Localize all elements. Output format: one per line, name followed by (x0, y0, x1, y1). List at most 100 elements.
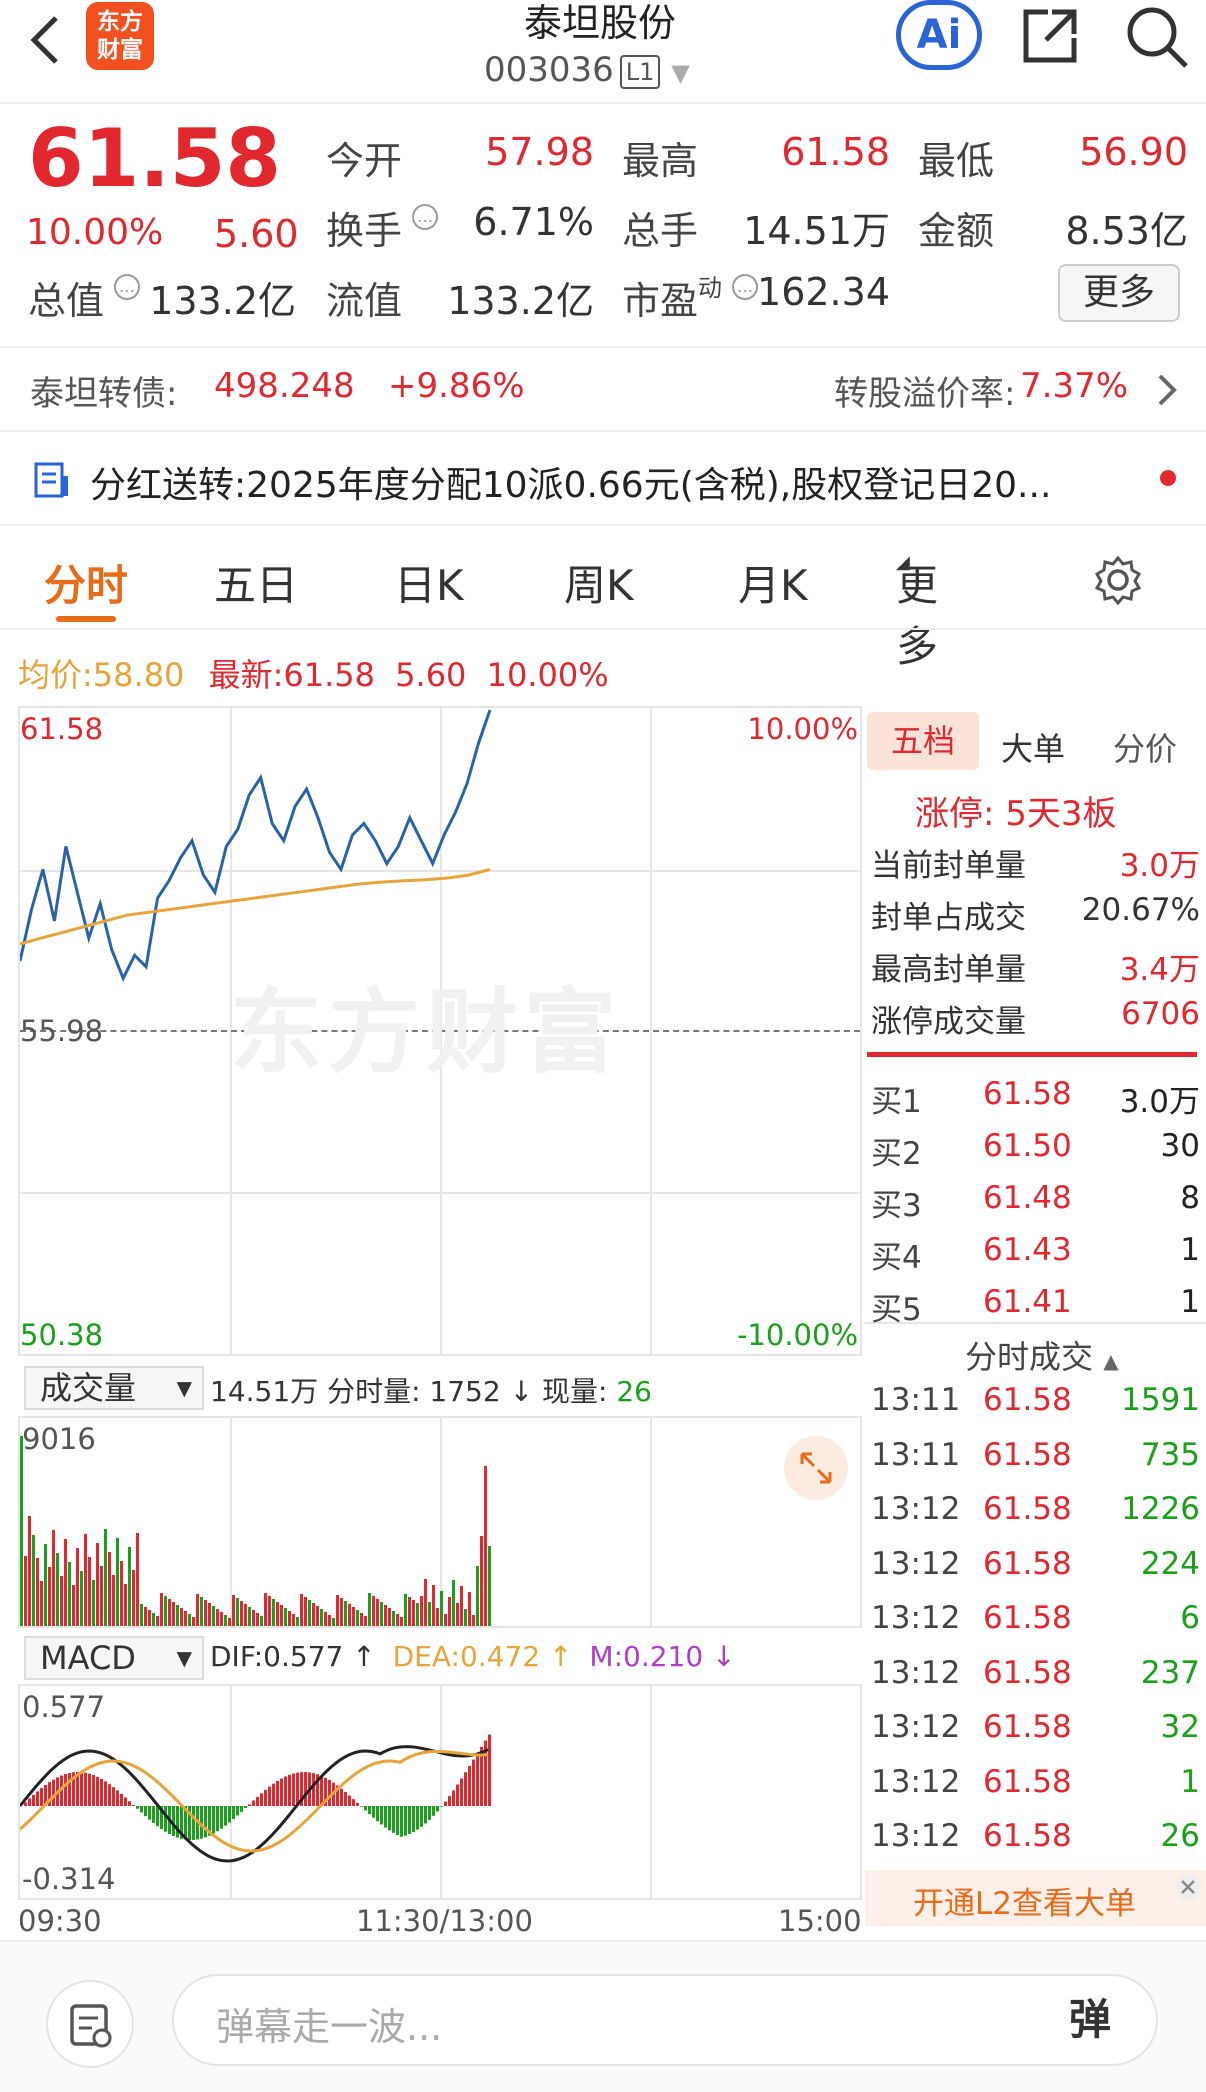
macd-bar (36, 1791, 39, 1806)
volume-bar (388, 1608, 391, 1626)
change-amount: 5.60 (214, 212, 299, 256)
macd-bar (304, 1772, 307, 1806)
expand-icon[interactable] (784, 1436, 848, 1500)
stock-code[interactable]: 003036 L1 ▼ (484, 50, 690, 90)
macd-bar (236, 1806, 239, 1816)
volume-bar (124, 1584, 127, 1626)
volume-bar (304, 1597, 307, 1626)
info-icon[interactable]: … (410, 202, 440, 232)
tab-five-levels[interactable]: 五档 (867, 712, 979, 770)
tab-big-orders[interactable]: 大单 (1001, 724, 1065, 770)
volume-bar (480, 1536, 483, 1626)
volume-bar (208, 1603, 211, 1626)
macd-bar (432, 1806, 435, 1816)
macd-bar (420, 1806, 423, 1827)
trade-time: 13:12 (871, 1709, 961, 1745)
barrage-input[interactable]: 弹幕走一波... 弹 (172, 1974, 1158, 2066)
open-label: 今开 (326, 139, 403, 183)
l2-banner[interactable]: 开通L2查看大单 (865, 1870, 1206, 1926)
macd-bar (292, 1773, 295, 1806)
volume-bar (240, 1601, 243, 1626)
trade-time: 13:12 (871, 1491, 961, 1527)
gear-icon[interactable] (1092, 554, 1144, 606)
volume-bar (440, 1591, 443, 1626)
macd-bar (312, 1773, 315, 1806)
price-line (20, 709, 492, 982)
macd-bar (468, 1765, 471, 1806)
volume-bar (400, 1617, 403, 1626)
macd-header: MACD ▼ DIF:0.577 ↑ DEA:0.472 ↑ M:0.210 ↓ (18, 1632, 862, 1682)
close-icon[interactable] (1173, 1872, 1203, 1902)
trade-quantity: 32 (1160, 1709, 1200, 1745)
amount-label: 金额 (918, 209, 995, 253)
macd-chart[interactable]: 0.577 -0.314 (18, 1684, 862, 1900)
volume-bar (332, 1618, 335, 1626)
limit-up-label: 涨停: 5天3板 (915, 794, 1117, 834)
volume-bar (224, 1615, 227, 1626)
bid-level-label: 买3 (871, 1188, 922, 1224)
barrage-toggle-button[interactable]: 弹 (1048, 1978, 1132, 2062)
tab-weekly-k[interactable]: 周K (564, 552, 634, 613)
intraday-chart[interactable]: 东方财富 61.58 55.98 50.38 10.00% -10.00% (18, 706, 862, 1356)
macd-bar (212, 1806, 215, 1834)
macd-bar (452, 1790, 455, 1806)
bid-quantity: 1 (1180, 1232, 1200, 1268)
dividend-text: 分红送转:2025年度分配10派0.66元(含税),股权登记日20... (90, 465, 1052, 506)
chevron-left-icon[interactable] (26, 14, 62, 66)
macd-bar (96, 1776, 99, 1806)
macd-bar (320, 1775, 323, 1806)
volume-selector[interactable]: 成交量 ▼ (24, 1366, 204, 1410)
macd-bar (116, 1790, 119, 1806)
stock-name: 泰坦股份 (523, 1, 676, 45)
volume-bar (144, 1607, 147, 1626)
volume-bar (236, 1598, 239, 1626)
volume-bar (460, 1586, 463, 1626)
macd-bar (340, 1788, 343, 1806)
macd-bar (392, 1806, 395, 1833)
premium-value: 7.37% (1020, 366, 1129, 406)
volume-bar (472, 1615, 475, 1626)
menu-icon[interactable] (46, 1980, 134, 2068)
volume-bar (120, 1561, 123, 1626)
volume-bar (328, 1615, 331, 1626)
volume-bar (128, 1547, 131, 1626)
tab-intraday[interactable]: 分时 (44, 552, 128, 613)
volume-bar (316, 1606, 319, 1626)
tab-monthly-k[interactable]: 月K (738, 552, 808, 613)
trades-title[interactable]: 分时成交 ▲ (965, 1332, 1119, 1378)
divider (0, 430, 1206, 432)
x-label-open: 09:30 (18, 1904, 102, 1938)
volume-bar (160, 1593, 163, 1626)
macd-bar (460, 1778, 463, 1806)
volume-bar (404, 1594, 407, 1626)
volume-bar (272, 1599, 275, 1626)
tab-five-day[interactable]: 五日 (214, 552, 298, 613)
low-label: 最低 (918, 139, 995, 183)
macd-bar (436, 1806, 439, 1812)
macd-bar (488, 1734, 491, 1806)
limit-info-label: 封单占成交 (871, 900, 1026, 936)
volume-bar (252, 1610, 255, 1626)
tab-daily-k[interactable]: 日K (394, 552, 464, 613)
trade-price: 61.58 (983, 1654, 1072, 1691)
ai-button[interactable]: Ai (896, 0, 982, 70)
macd-bar (248, 1804, 251, 1806)
info-icon[interactable]: … (112, 272, 142, 302)
macd-max-label: 0.577 (22, 1690, 106, 1724)
macd-bar (384, 1806, 387, 1828)
macd-selector[interactable]: MACD ▼ (24, 1636, 204, 1680)
volume-bar (196, 1594, 199, 1626)
tab-price-distribution[interactable]: 分价 (1113, 724, 1177, 770)
mktcap-label: 总值 (28, 279, 105, 323)
more-button[interactable]: 更多 (1058, 264, 1180, 322)
search-icon[interactable] (1124, 4, 1190, 70)
volume-chart[interactable]: 9016 (18, 1416, 862, 1628)
macd-bar (284, 1776, 287, 1806)
pct-max-label: 10.00% (747, 712, 858, 746)
volume-bar (68, 1562, 71, 1626)
share-icon[interactable] (1018, 4, 1082, 68)
volume-bar (56, 1553, 59, 1626)
x-label-midday: 11:30/13:00 (356, 1904, 533, 1938)
volume-bar (164, 1596, 167, 1626)
volume-bar (324, 1612, 327, 1626)
